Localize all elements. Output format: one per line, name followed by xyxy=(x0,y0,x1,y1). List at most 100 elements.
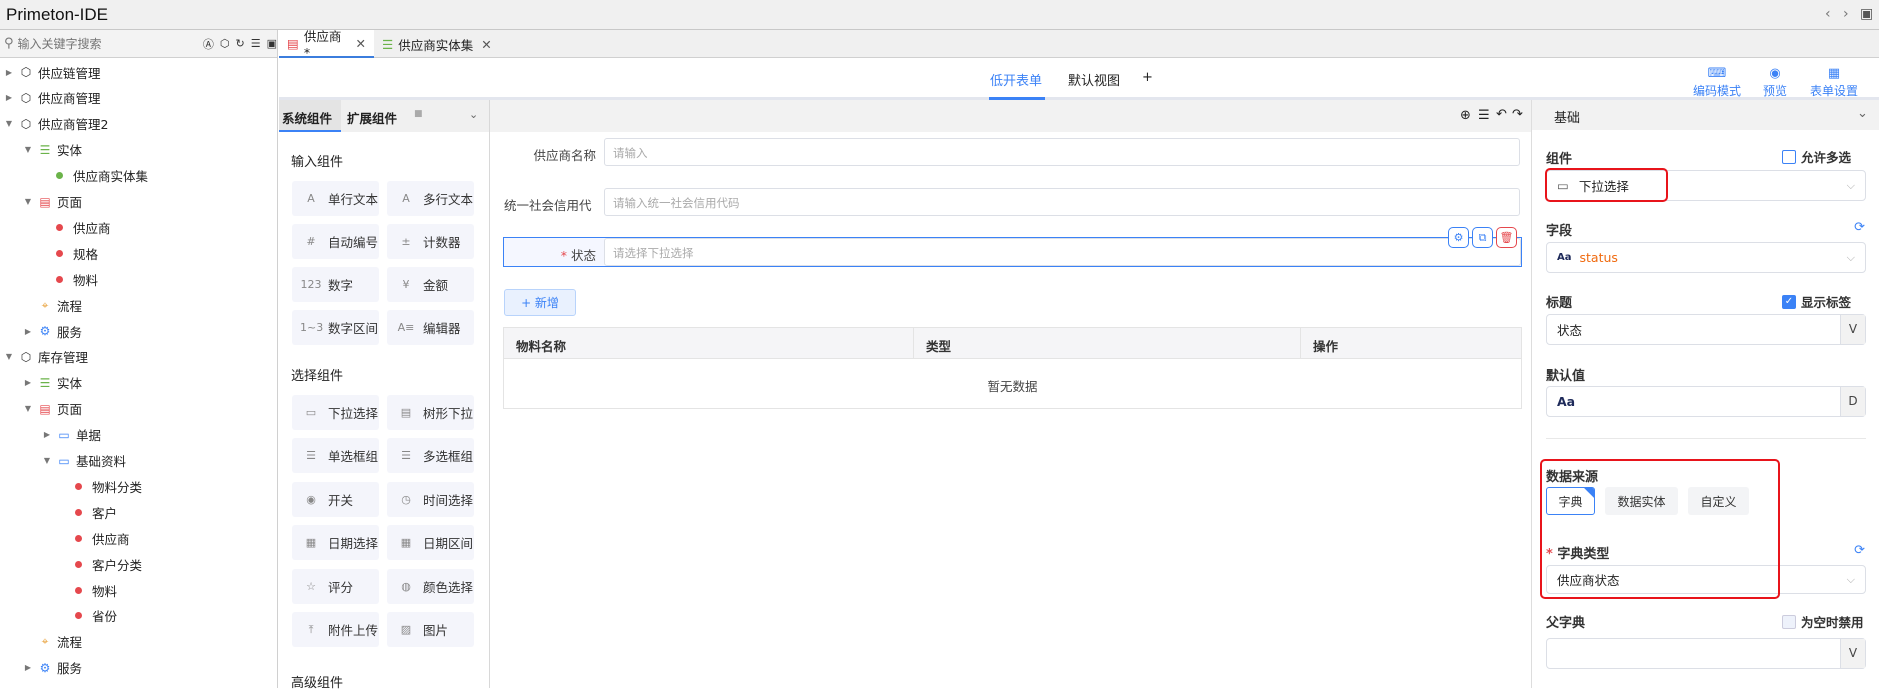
chevron-down-icon[interactable]: ⌄ xyxy=(469,108,478,121)
collapse-icon[interactable]: ☰ xyxy=(251,37,261,50)
tree-item[interactable]: ▼ ⬡ 供应商管理2 xyxy=(4,111,109,137)
tree-item[interactable]: ▼ ▤ 页面 xyxy=(23,189,82,215)
variable-button[interactable]: V xyxy=(1840,315,1865,344)
component-item[interactable]: ⤒ 附件上传 xyxy=(292,612,379,647)
component-item[interactable]: A≡ 编辑器 xyxy=(387,310,474,345)
tab-system-components[interactable]: 系统组件 xyxy=(279,100,341,132)
component-item[interactable]: ◷ 时间选择 xyxy=(387,481,474,517)
caret-down-icon[interactable]: ▼ xyxy=(23,197,33,206)
tree-item[interactable]: ▶ ▭ 单据 xyxy=(42,422,101,448)
tree-item[interactable]: 客户分类 xyxy=(61,551,142,577)
caret-right-icon[interactable]: ▶ xyxy=(23,663,33,672)
selected-field[interactable]: * 状态 请选择下拉选择 xyxy=(503,237,1522,267)
tree-item[interactable]: 供应商 xyxy=(42,214,111,240)
component-item[interactable]: ▤ 树形下拉 xyxy=(387,395,474,430)
title-input[interactable]: 状态 V xyxy=(1546,314,1866,345)
default-button[interactable]: D xyxy=(1840,387,1865,416)
component-item[interactable]: ▨ 图片 xyxy=(387,612,474,647)
refresh-icon[interactable]: ⟳ xyxy=(1854,220,1865,235)
refresh-icon[interactable]: ⟳ xyxy=(1854,543,1865,558)
tree-item[interactable]: ▼ ⬡ 库存管理 xyxy=(4,344,88,370)
link-icon[interactable]: ▣ xyxy=(267,37,277,50)
caret-down-icon[interactable]: ▼ xyxy=(23,145,33,154)
copy-icon[interactable]: ⧉ xyxy=(1472,227,1493,248)
tree-item[interactable]: 物料 xyxy=(42,266,98,292)
credit-code-input[interactable]: 请输入统一社会信用代码 xyxy=(604,188,1520,216)
delete-icon[interactable]: 🗑 xyxy=(1496,227,1517,248)
tab-extension-components[interactable]: 扩展组件 xyxy=(347,108,397,127)
preview-button[interactable]: ◉ 预览 xyxy=(1763,66,1787,99)
forward-icon[interactable]: › xyxy=(1843,6,1849,22)
add-row-button[interactable]: + 新增 xyxy=(504,289,576,316)
component-item[interactable]: ▦ 日期选择 xyxy=(292,525,379,561)
tree-item[interactable]: ⌖ 流程 xyxy=(23,629,82,655)
back-icon[interactable]: ‹ xyxy=(1825,6,1831,22)
code-mode-button[interactable]: ⌨ 编码模式 xyxy=(1693,66,1741,99)
ai-icon[interactable]: Ⓐ xyxy=(203,36,214,52)
form-settings-button[interactable]: ▦ 表单设置 xyxy=(1810,66,1858,99)
caret-down-icon[interactable]: ▼ xyxy=(4,352,14,361)
tree-item[interactable]: ▼ ▭ 基础资料 xyxy=(42,448,126,474)
show-label-checkbox[interactable]: ✓ 显示标签 xyxy=(1782,292,1851,311)
caret-right-icon[interactable]: ▶ xyxy=(23,378,33,387)
tree-item[interactable]: 供应商 xyxy=(61,525,130,551)
component-item[interactable]: 123 数字 xyxy=(292,267,379,302)
globe-icon[interactable]: ⊕ xyxy=(1460,108,1471,123)
tree-item[interactable]: 客户 xyxy=(61,499,117,525)
tab-supplier-entity[interactable]: ☰ 供应商实体集 ✕ xyxy=(374,30,500,58)
tree-item[interactable]: ▼ ▤ 页面 xyxy=(23,396,82,422)
component-item[interactable]: 1~3 数字区间 xyxy=(292,310,379,345)
component-item[interactable]: A 单行文本 xyxy=(292,181,379,216)
tree-item[interactable]: ▶ ⬡ 供应链管理 xyxy=(4,59,101,85)
tree-item[interactable]: 物料分类 xyxy=(61,473,142,499)
allow-multi-checkbox[interactable]: 允许多选 xyxy=(1782,147,1851,166)
tree-item[interactable]: ▶ ⚙ 服务 xyxy=(23,655,82,681)
redo-icon[interactable]: ↷ xyxy=(1512,107,1523,122)
tree-item[interactable]: 供应商实体集 xyxy=(42,163,148,189)
close-icon[interactable]: ✕ xyxy=(481,37,491,52)
component-item[interactable]: ▭ 下拉选择 xyxy=(292,395,379,430)
close-icon[interactable]: ✕ xyxy=(356,36,366,51)
tree-item[interactable]: 物料 xyxy=(61,577,117,603)
component-item[interactable]: # 自动编号 xyxy=(292,224,379,259)
caret-right-icon[interactable]: ▶ xyxy=(42,430,52,439)
caret-right-icon[interactable]: ▶ xyxy=(23,327,33,336)
caret-right-icon[interactable]: ▶ xyxy=(4,93,14,102)
add-package-icon[interactable]: ⬡ xyxy=(220,37,230,50)
tree-item[interactable]: 规格 xyxy=(42,240,98,266)
caret-down-icon[interactable]: ▼ xyxy=(23,404,33,413)
supplier-name-input[interactable]: 请输入 xyxy=(604,138,1520,166)
component-item[interactable]: A 多行文本 xyxy=(387,181,474,216)
outline-icon[interactable]: ☰ xyxy=(1478,108,1490,123)
disable-empty-checkbox[interactable]: 为空时禁用 xyxy=(1782,612,1864,631)
caret-down-icon[interactable]: ▼ xyxy=(4,119,14,128)
maximize-icon[interactable]: ▣ xyxy=(1860,6,1873,22)
tree-item[interactable]: ▶ ⬡ 供应商管理 xyxy=(4,85,101,111)
tree-item[interactable]: ▼ ☰ 实体 xyxy=(23,137,82,163)
default-value-input[interactable]: Aa D xyxy=(1546,386,1866,417)
tab-lowcode-form[interactable]: 低开表单 xyxy=(990,70,1042,89)
search-input[interactable] xyxy=(17,36,197,51)
add-view-button[interactable]: + xyxy=(1142,70,1153,85)
status-select[interactable]: 请选择下拉选择 xyxy=(604,238,1521,266)
minimize-icon[interactable]: ■ xyxy=(414,109,423,119)
caret-down-icon[interactable]: ▼ xyxy=(42,456,52,465)
component-item[interactable]: ◉ 开关 xyxy=(292,481,379,517)
tree-item[interactable]: 省份 xyxy=(61,603,117,629)
refresh-icon[interactable]: ↻ xyxy=(236,37,245,50)
variable-button[interactable]: V xyxy=(1840,639,1865,668)
tab-supplier[interactable]: ▤ 供应商* ✕ xyxy=(279,29,374,60)
component-item[interactable]: ± 计数器 xyxy=(387,224,474,259)
tree-item[interactable]: ▶ ⚙ 服务 xyxy=(23,318,82,344)
component-item[interactable]: ☰ 单选框组 xyxy=(292,438,379,474)
chevron-down-icon[interactable]: ⌄ xyxy=(1857,106,1868,121)
tree-item[interactable]: ⌖ 流程 xyxy=(23,292,82,318)
component-item[interactable]: ☆ 评分 xyxy=(292,568,379,604)
parent-dict-input[interactable]: V xyxy=(1546,638,1866,669)
field-select[interactable]: Aa status ⌵ xyxy=(1546,242,1866,273)
component-item[interactable]: ◍ 颜色选择 xyxy=(387,568,474,604)
tab-default-view[interactable]: 默认视图 xyxy=(1068,70,1120,89)
component-item[interactable]: ▦ 日期区间 xyxy=(387,525,474,561)
undo-icon[interactable]: ↶ xyxy=(1496,107,1507,122)
settings-icon[interactable]: ⚙ xyxy=(1448,227,1469,248)
